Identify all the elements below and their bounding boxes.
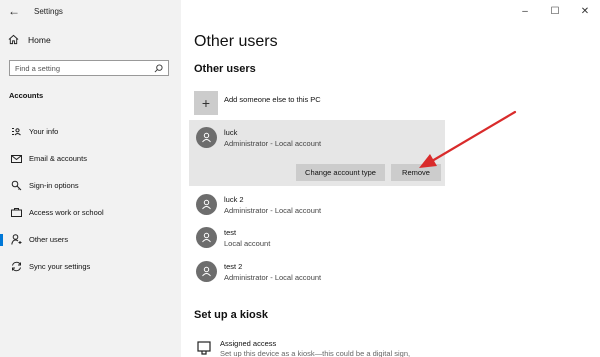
add-user-label: Add someone else to this PC xyxy=(224,94,321,104)
user-item-test-2[interactable]: test 2 Administrator - Local account xyxy=(196,261,321,283)
sidebar-item-your-info[interactable]: Your info xyxy=(0,118,181,145)
mail-icon xyxy=(10,153,22,165)
user-account-type: Administrator - Local account xyxy=(224,273,322,282)
sidebar-item-label: Sign-in options xyxy=(29,181,79,190)
user-name: test 2 xyxy=(224,262,243,271)
sidebar-item-label: Other users xyxy=(29,235,69,244)
user-account-type: Local account xyxy=(224,239,271,248)
sidebar-item-access-work-school[interactable]: Access work or school xyxy=(0,199,181,226)
title-bar: ← Settings xyxy=(0,0,181,22)
app-title: Settings xyxy=(34,6,63,16)
sidebar-item-label: Sync your settings xyxy=(29,262,91,271)
user-account-type: Administrator - Local account xyxy=(224,206,322,215)
home-icon xyxy=(8,34,19,45)
change-account-type-button[interactable]: Change account type xyxy=(296,164,385,181)
kiosk-icon xyxy=(197,341,211,355)
search-box[interactable] xyxy=(9,60,169,76)
briefcase-icon xyxy=(10,207,22,219)
user-item-test[interactable]: test Local account xyxy=(196,227,270,249)
sidebar-item-sync-settings[interactable]: Sync your settings xyxy=(0,253,181,280)
key-icon xyxy=(10,180,22,192)
section-title: Other users xyxy=(194,63,256,75)
sidebar-section-label: Accounts xyxy=(9,91,44,100)
kiosk-item-name: Assigned access xyxy=(220,339,277,348)
user-avatar-icon xyxy=(196,194,217,215)
kiosk-section-title: Set up a kiosk xyxy=(194,309,268,321)
back-button[interactable]: ← xyxy=(0,0,28,22)
close-button[interactable]: ✕ xyxy=(570,0,600,22)
user-avatar-icon xyxy=(196,261,217,282)
sidebar-item-label: Access work or school xyxy=(29,208,104,217)
maximize-button[interactable]: ☐ xyxy=(540,0,570,22)
user-item-luck[interactable]: luck Administrator - Local account xyxy=(196,127,321,149)
id-card-icon xyxy=(10,126,22,138)
back-arrow-icon: ← xyxy=(8,4,20,18)
search-input[interactable] xyxy=(15,63,145,73)
close-icon: ✕ xyxy=(580,5,590,17)
sidebar-item-sign-in-options[interactable]: Sign-in options xyxy=(0,172,181,199)
plus-icon: + xyxy=(194,91,218,115)
kiosk-item-description: Set up this device as a kiosk—this could… xyxy=(220,349,411,357)
user-name: luck xyxy=(224,128,238,137)
user-avatar-icon xyxy=(196,227,217,248)
user-name: luck 2 xyxy=(224,195,244,204)
sidebar-item-email-accounts[interactable]: Email & accounts xyxy=(0,145,181,172)
minimize-icon: – xyxy=(522,5,528,17)
assigned-access-item[interactable]: Assigned access Set up this device as a … xyxy=(194,339,410,357)
maximize-icon: ☐ xyxy=(550,5,560,17)
page-title: Other users xyxy=(194,33,278,50)
sidebar-item-label: Email & accounts xyxy=(29,154,87,163)
sidebar: ← Settings Home Accounts Your info Email… xyxy=(0,0,181,357)
person-icon xyxy=(10,234,22,246)
search-icon[interactable] xyxy=(154,63,163,73)
home-label: Home xyxy=(28,34,51,45)
home-link[interactable]: Home xyxy=(8,34,51,45)
minimize-button[interactable]: – xyxy=(510,0,540,22)
window-controls: – ☐ ✕ xyxy=(510,0,600,22)
sidebar-item-label: Your info xyxy=(29,127,59,136)
sidebar-item-other-users[interactable]: Other users xyxy=(0,226,181,253)
user-avatar-icon xyxy=(196,127,217,148)
add-user-button[interactable]: + Add someone else to this PC xyxy=(194,91,321,115)
user-account-type: Administrator - Local account xyxy=(224,139,322,148)
remove-button[interactable]: Remove xyxy=(391,164,441,181)
sync-icon xyxy=(10,261,22,273)
user-name: test xyxy=(224,228,237,237)
user-item-luck-2[interactable]: luck 2 Administrator - Local account xyxy=(196,194,321,216)
sidebar-nav: Your info Email & accounts Sign-in optio… xyxy=(0,118,181,280)
